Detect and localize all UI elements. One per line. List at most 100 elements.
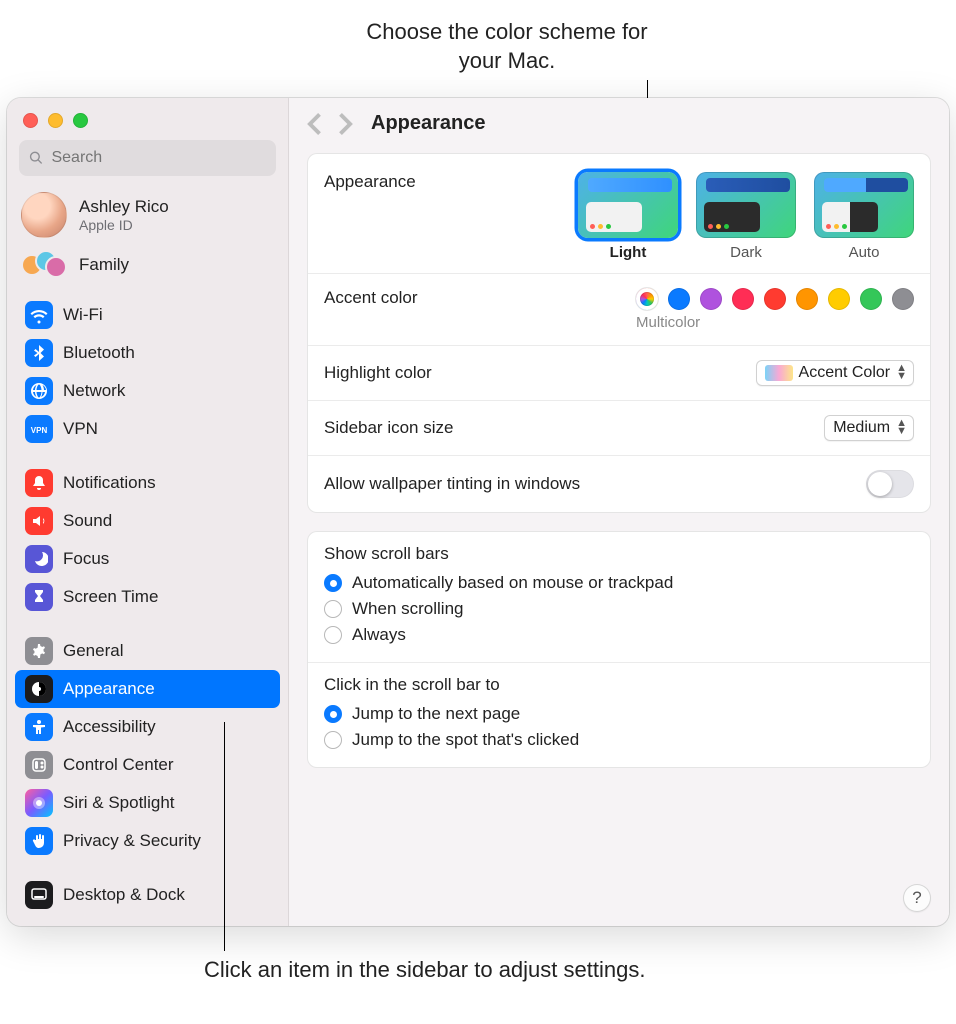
hand-icon <box>25 827 53 855</box>
sidebar-item-label: VPN <box>63 419 98 439</box>
highlight-color-row: Highlight color Accent Color ▲▼ <box>308 346 930 401</box>
sidebar-item-screen-time[interactable]: Screen Time <box>15 578 280 616</box>
highlight-color-label: Highlight color <box>324 363 432 383</box>
sidebar-item-label: Desktop & Dock <box>63 885 185 905</box>
scroll-show-option-1[interactable]: When scrolling <box>324 596 914 622</box>
highlight-color-popup[interactable]: Accent Color ▲▼ <box>756 360 914 386</box>
appearance-option-dark[interactable]: Dark <box>696 172 796 261</box>
theme-name-label: Dark <box>696 244 796 261</box>
accent-color-label: Accent color <box>324 288 418 308</box>
callout-top: Choose the color scheme for your Mac. <box>352 18 662 75</box>
accent-swatch-0[interactable] <box>636 288 658 310</box>
control-icon <box>25 751 53 779</box>
radio-label: When scrolling <box>352 599 464 619</box>
sidebar-item-control-center[interactable]: Control Center <box>15 746 280 784</box>
sidebar-item-label: Wi-Fi <box>63 305 103 325</box>
radio-icon <box>324 600 342 618</box>
scroll-show-option-2[interactable]: Always <box>324 622 914 648</box>
sidebar-item-label: Notifications <box>63 473 156 493</box>
scroll-bars-group: Show scroll bars Automatically based on … <box>308 532 930 662</box>
theme-name-label: Auto <box>814 244 914 261</box>
wallpaper-tinting-label: Allow wallpaper tinting in windows <box>324 474 580 494</box>
radio-label: Jump to the spot that's clicked <box>352 730 579 750</box>
sidebar-item-apple-id[interactable]: Ashley Rico Apple ID <box>7 186 288 244</box>
dock-icon <box>25 881 53 909</box>
radio-icon <box>324 731 342 749</box>
bell-icon <box>25 469 53 497</box>
accent-swatch-6[interactable] <box>828 288 850 310</box>
sidebar-item-label: Siri & Spotlight <box>63 793 175 813</box>
sidebar-item-focus[interactable]: Focus <box>15 540 280 578</box>
hourglass-icon <box>25 583 53 611</box>
content-pane: Appearance Appearance LightDarkAuto Acce… <box>289 98 949 926</box>
nav-back-button[interactable] <box>307 113 321 135</box>
sidebar-item-label: Sound <box>63 511 112 531</box>
theme-thumb-icon <box>696 172 796 238</box>
sidebar-item-notifications[interactable]: Notifications <box>15 464 280 502</box>
sidebar-item-label: Privacy & Security <box>63 831 201 851</box>
accent-swatch-5[interactable] <box>796 288 818 310</box>
sidebar-item-vpn[interactable]: VPN VPN <box>15 410 280 448</box>
radio-icon <box>324 705 342 723</box>
sound-icon <box>25 507 53 535</box>
accent-color-row: Accent color Multicolor <box>308 274 930 346</box>
vpn-icon: VPN <box>25 415 53 443</box>
radio-icon <box>324 626 342 644</box>
sidebar-item-wi-fi[interactable]: Wi-Fi <box>15 296 280 334</box>
user-subtitle: Apple ID <box>79 217 169 233</box>
callout-bottom: Click an item in the sidebar to adjust s… <box>204 956 645 985</box>
sidebar-icon-size-label: Sidebar icon size <box>324 418 453 438</box>
scroll-click-option-1[interactable]: Jump to the spot that's clicked <box>324 727 914 753</box>
accent-swatch-4[interactable] <box>764 288 786 310</box>
sidebar-item-privacy-security[interactable]: Privacy & Security <box>15 822 280 860</box>
wifi-icon <box>25 301 53 329</box>
theme-thumb-icon <box>578 172 678 238</box>
moon-icon <box>25 545 53 573</box>
sidebar-item-desktop-dock[interactable]: Desktop & Dock <box>15 876 280 914</box>
minimize-window-button[interactable] <box>48 113 63 128</box>
appearance-row: Appearance LightDarkAuto <box>308 154 930 274</box>
sidebar-item-bluetooth[interactable]: Bluetooth <box>15 334 280 372</box>
close-window-button[interactable] <box>23 113 38 128</box>
network-icon <box>25 377 53 405</box>
sidebar-item-siri-spotlight[interactable]: Siri & Spotlight <box>15 784 280 822</box>
appearance-option-auto[interactable]: Auto <box>814 172 914 261</box>
accent-swatch-8[interactable] <box>892 288 914 310</box>
appearance-icon <box>25 675 53 703</box>
sidebar-item-accessibility[interactable]: Accessibility <box>15 708 280 746</box>
sidebar-item-label: Accessibility <box>63 717 156 737</box>
scroll-click-option-0[interactable]: Jump to the next page <box>324 701 914 727</box>
sidebar-item-general[interactable]: General <box>15 632 280 670</box>
appearance-panel: Appearance LightDarkAuto Accent color Mu… <box>307 153 931 513</box>
sidebar: Ashley Rico Apple ID Family Wi-Fi Bluetoo… <box>7 98 289 926</box>
radio-label: Automatically based on mouse or trackpad <box>352 573 673 593</box>
sidebar-icon-size-value: Medium <box>833 419 890 437</box>
sidebar-icon-size-popup[interactable]: Medium ▲▼ <box>824 415 914 441</box>
sidebar-item-network[interactable]: Network <box>15 372 280 410</box>
wallpaper-tinting-switch[interactable] <box>866 470 914 498</box>
sidebar-item-label: Appearance <box>63 679 155 699</box>
accent-selected-name: Multicolor <box>636 314 914 331</box>
appearance-option-light[interactable]: Light <box>578 172 678 261</box>
sidebar-item-label: Screen Time <box>63 587 158 607</box>
search-input[interactable] <box>51 149 266 167</box>
fullscreen-window-button[interactable] <box>73 113 88 128</box>
help-button[interactable]: ? <box>903 884 931 912</box>
accent-swatch-3[interactable] <box>732 288 754 310</box>
sidebar-item-sound[interactable]: Sound <box>15 502 280 540</box>
scroll-show-option-0[interactable]: Automatically based on mouse or trackpad <box>324 570 914 596</box>
sidebar-icon-size-row: Sidebar icon size Medium ▲▼ <box>308 401 930 456</box>
accent-swatch-2[interactable] <box>700 288 722 310</box>
accent-swatch-7[interactable] <box>860 288 882 310</box>
accent-color-swatches <box>636 288 914 310</box>
accent-swatch-1[interactable] <box>668 288 690 310</box>
sidebar-item-family[interactable]: Family <box>7 244 288 292</box>
family-icon <box>21 250 67 280</box>
sidebar-item-appearance[interactable]: Appearance <box>15 670 280 708</box>
nav-forward-button[interactable] <box>339 113 353 135</box>
search-field[interactable] <box>19 140 276 176</box>
siri-icon <box>25 789 53 817</box>
gear-icon <box>25 637 53 665</box>
avatar <box>21 192 67 238</box>
highlight-value: Accent Color <box>799 364 891 382</box>
